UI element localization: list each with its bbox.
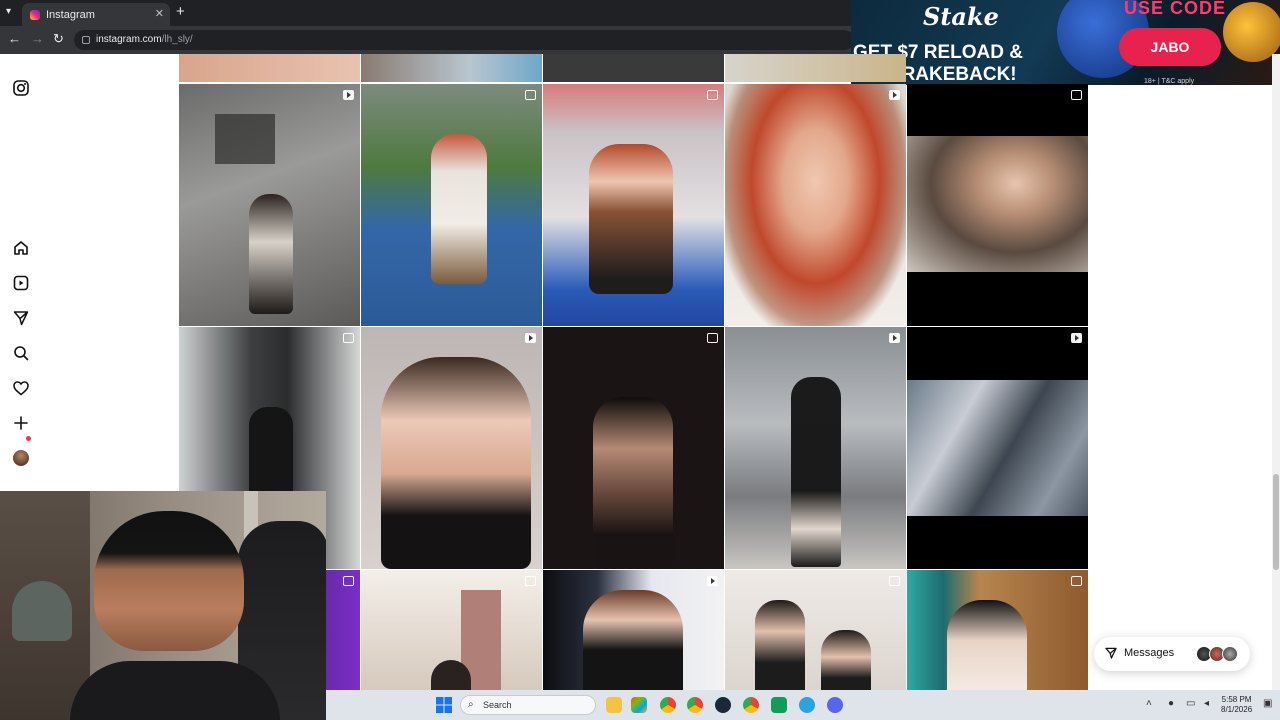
page-scrollbar[interactable] <box>1272 54 1280 690</box>
messages-label: Messages <box>1124 647 1175 659</box>
back-button[interactable]: ← <box>8 31 21 46</box>
post-tile[interactable] <box>179 54 360 82</box>
ad-code-button[interactable]: JABO <box>1119 28 1221 66</box>
carousel-icon <box>525 90 536 100</box>
post-tile[interactable] <box>907 84 1088 326</box>
profile-avatar[interactable] <box>13 450 29 466</box>
carousel-icon <box>343 333 354 343</box>
instagram-favicon-icon <box>30 9 40 20</box>
post-tile[interactable] <box>361 54 542 82</box>
chrome-icon[interactable] <box>743 697 759 713</box>
file-explorer-icon[interactable] <box>606 697 622 713</box>
reels-icon[interactable] <box>12 274 30 292</box>
carousel-icon <box>525 576 536 586</box>
reel-icon <box>889 90 900 100</box>
create-icon[interactable] <box>12 414 30 432</box>
tab-title: Instagram <box>46 8 95 21</box>
tab-search-icon[interactable]: ▾ <box>6 6 11 17</box>
forward-button[interactable]: → <box>31 31 44 46</box>
direct-icon[interactable] <box>12 309 30 327</box>
microphone-icon[interactable]: ● <box>1168 698 1174 709</box>
post-tile[interactable] <box>543 84 724 326</box>
app-icon[interactable] <box>771 697 787 713</box>
display-icon[interactable]: ▭ <box>1186 698 1195 709</box>
carousel-icon <box>707 90 718 100</box>
discord-icon[interactable] <box>827 697 843 713</box>
post-tile[interactable] <box>361 570 542 690</box>
clock-time: 5:58 PM <box>1221 695 1252 704</box>
ad-chip-graphic <box>1223 2 1280 62</box>
search-icon: ⌕ <box>468 699 474 710</box>
post-tile[interactable] <box>907 570 1088 690</box>
address-bar[interactable]: instagram.com/lh_sly/ <box>74 30 854 50</box>
taskbar-search-placeholder: Search <box>483 700 512 710</box>
tray-chevron-icon[interactable]: ˄ <box>1146 698 1152 709</box>
taskbar-search-input[interactable]: ⌕ Search <box>460 695 596 715</box>
post-tile[interactable] <box>907 327 1088 569</box>
carousel-icon <box>707 333 718 343</box>
reel-icon <box>343 90 354 100</box>
post-tile[interactable] <box>543 570 724 690</box>
chrome-icon[interactable] <box>660 697 676 713</box>
ad-use-code-label: USE CODE <box>1124 0 1227 18</box>
chrome-icon[interactable] <box>687 697 703 713</box>
instagram-logo-icon[interactable] <box>12 79 30 97</box>
browser-tab-instagram[interactable]: Instagram ✕ <box>22 3 170 26</box>
carousel-icon <box>1071 90 1082 100</box>
reload-button[interactable]: ↻ <box>53 31 64 47</box>
notifications-icon[interactable] <box>12 379 30 397</box>
post-tile[interactable] <box>361 84 542 326</box>
reel-icon <box>889 333 900 343</box>
carousel-icon <box>889 576 900 586</box>
reel-icon <box>707 576 718 586</box>
post-tile[interactable] <box>543 327 724 569</box>
site-info-icon[interactable] <box>82 36 90 44</box>
post-tile[interactable] <box>543 54 724 82</box>
windows-taskbar: ⌕ Search ˄ ● ▭ ◂ 5:58 PM 8/1/2026 ▣ <box>326 690 1280 720</box>
post-tile[interactable] <box>725 54 906 82</box>
telegram-icon[interactable] <box>799 697 815 713</box>
reel-icon <box>525 333 536 343</box>
messages-button[interactable]: Messages <box>1094 637 1250 671</box>
search-icon[interactable] <box>12 344 30 362</box>
clock-date: 8/1/2026 <box>1221 705 1253 714</box>
home-icon[interactable] <box>12 239 30 257</box>
carousel-icon <box>343 576 354 586</box>
carousel-icon <box>1071 576 1082 586</box>
taskbar-clock[interactable]: 5:58 PM 8/1/2026 <box>1221 695 1252 715</box>
post-tile[interactable] <box>725 84 906 326</box>
ad-disclaimer: 18+ | T&C apply <box>1144 78 1195 85</box>
steam-icon[interactable] <box>715 697 731 713</box>
windows-start-icon[interactable] <box>436 697 452 713</box>
post-tile[interactable] <box>725 570 906 690</box>
notification-center-icon[interactable]: ▣ <box>1263 698 1272 709</box>
post-tile[interactable] <box>179 84 360 326</box>
notification-dot <box>26 436 31 441</box>
post-tile[interactable] <box>361 327 542 569</box>
tab-close-icon[interactable]: ✕ <box>155 7 164 20</box>
url-host: instagram.com <box>96 34 162 45</box>
scrollbar-thumb[interactable] <box>1273 474 1279 570</box>
ad-brand-logo: Stake <box>923 2 999 31</box>
reel-icon <box>1071 333 1082 343</box>
message-avatar <box>1222 646 1238 662</box>
direct-icon <box>1105 647 1117 659</box>
copilot-icon[interactable] <box>631 697 647 713</box>
new-tab-button[interactable]: + <box>176 3 185 20</box>
url-path: /lh_sly/ <box>161 34 193 45</box>
webcam-overlay <box>0 491 326 720</box>
post-tile[interactable] <box>725 327 906 569</box>
volume-icon[interactable]: ◂ <box>1204 698 1209 709</box>
